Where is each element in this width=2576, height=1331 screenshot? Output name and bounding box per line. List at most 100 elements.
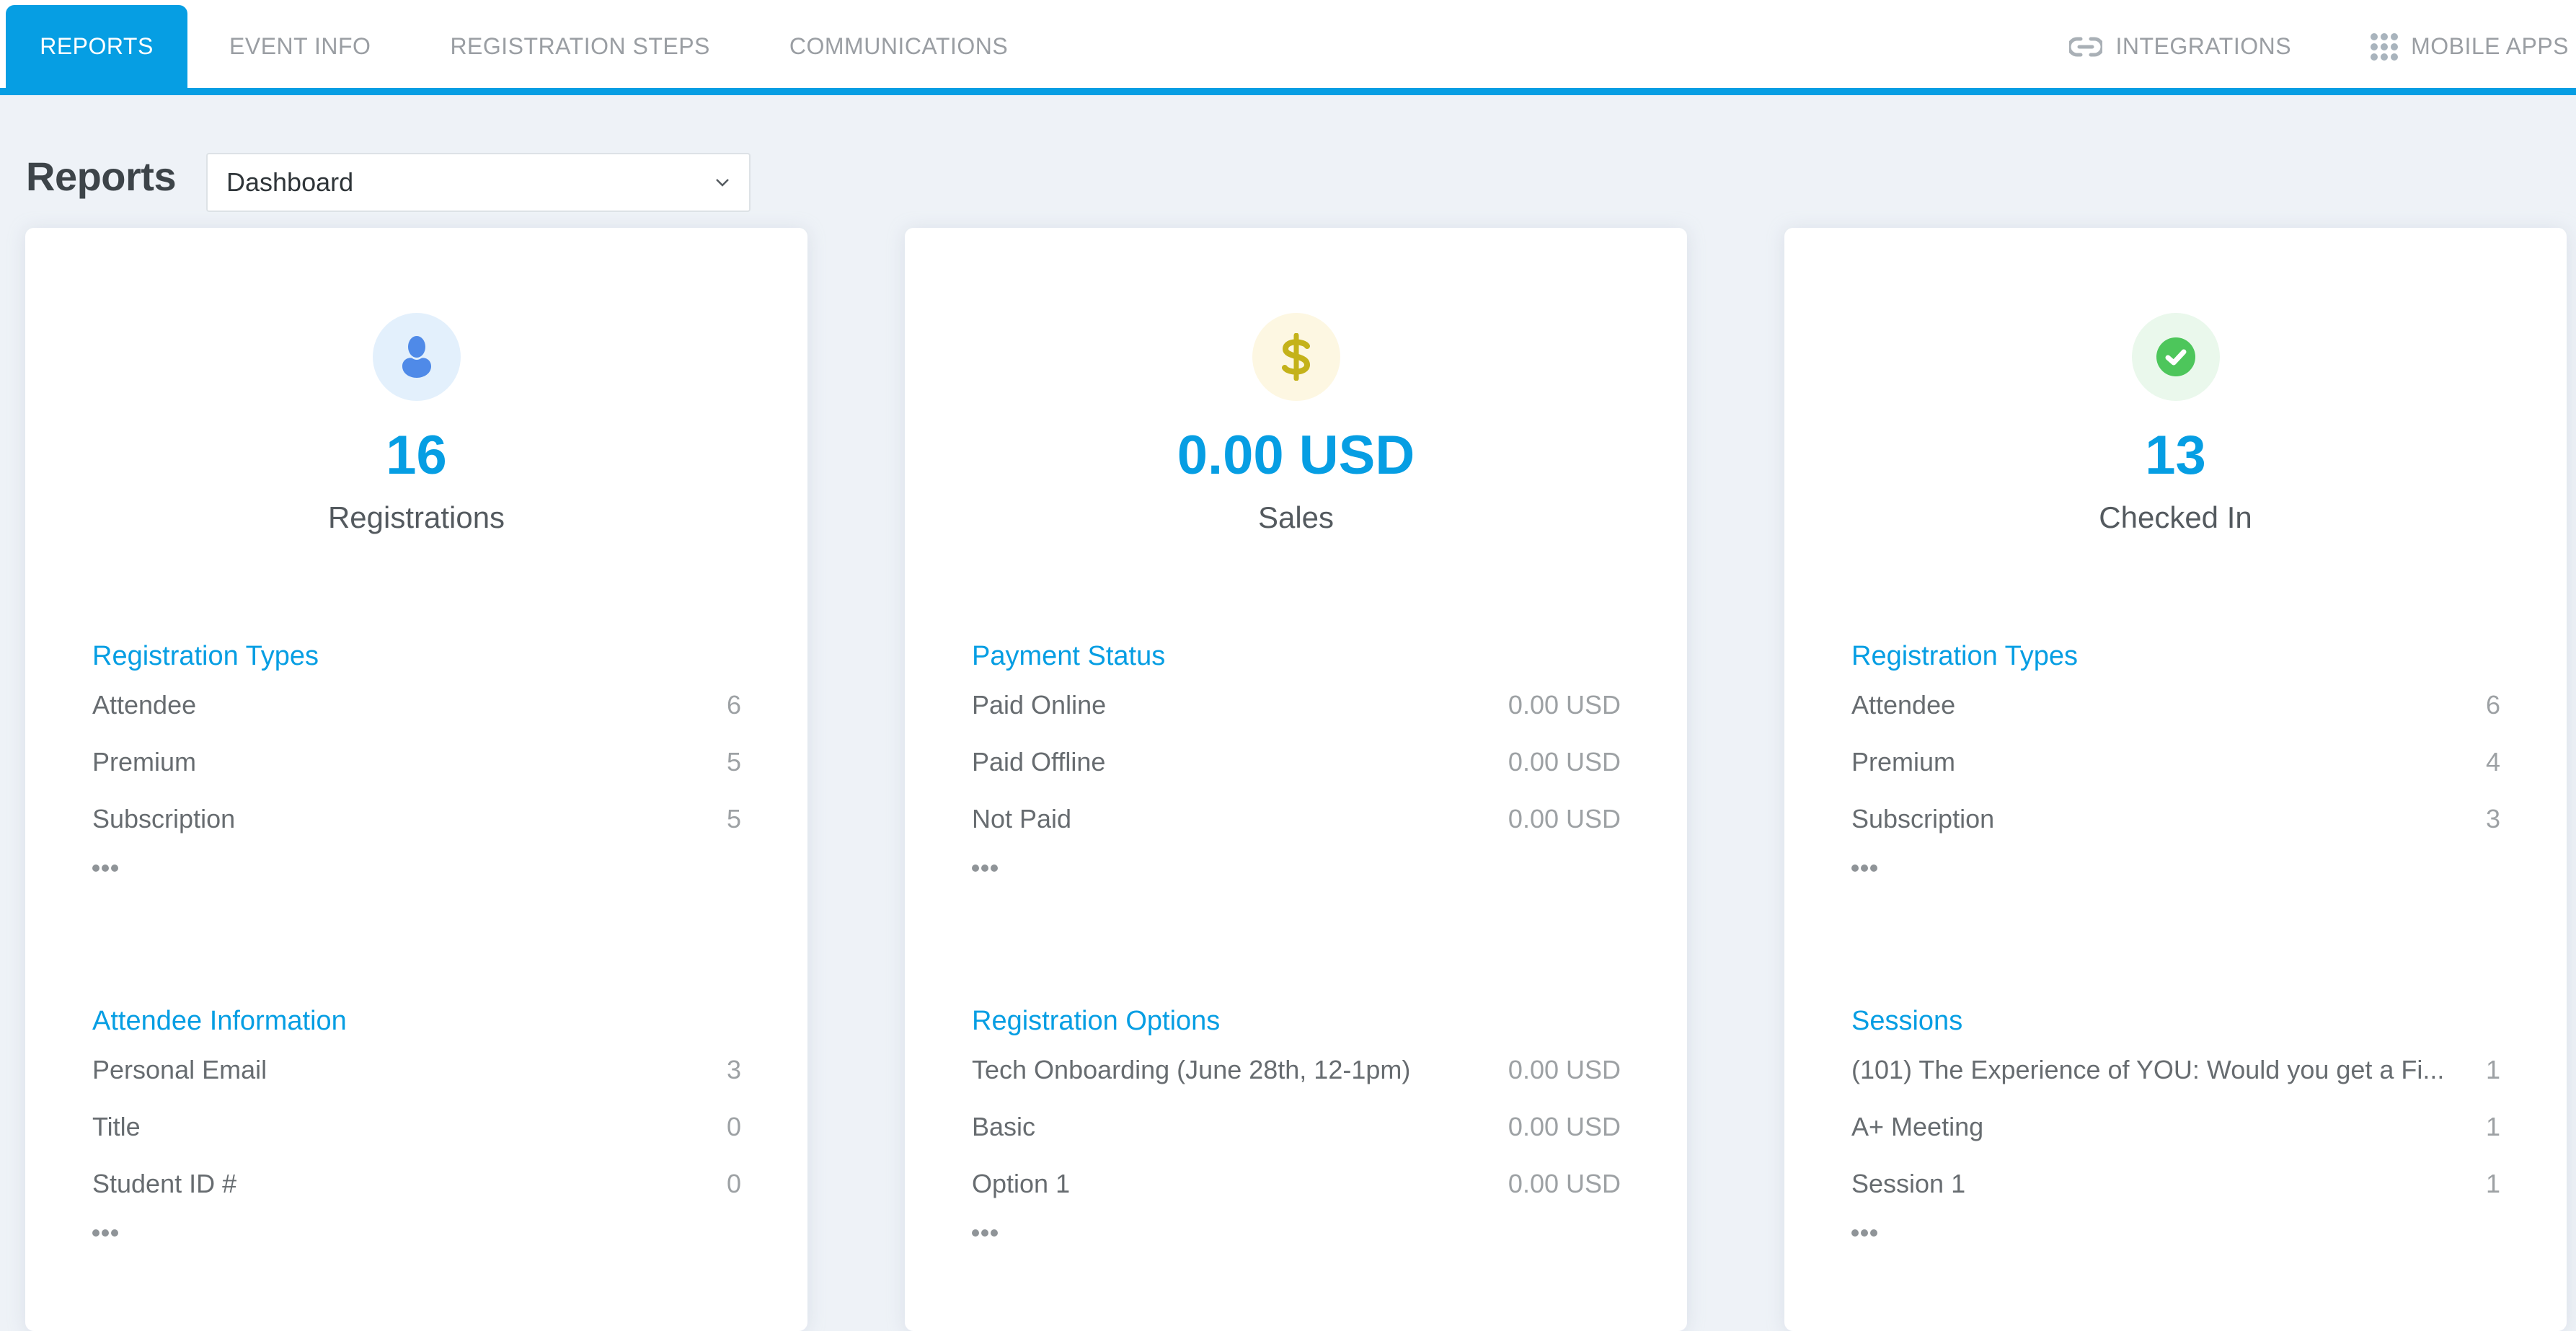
item-label: Premium [1851,746,1956,777]
registration-options-section: Registration Options Tech Onboarding (Ju… [972,1001,1621,1237]
list-item[interactable]: A+ Meeting 1 [1851,1098,2500,1155]
more-icon[interactable] [972,1229,1001,1237]
sales-label: Sales [1257,500,1335,534]
registrations-count: 16 [386,425,447,486]
payment-status-section: Payment Status Paid Online 0.00 USD Paid… [972,636,1621,872]
tab-event-info[interactable]: EVENT INFO [187,5,410,88]
item-label: Tech Onboarding (June 28th, 12-1pm) [972,1054,1411,1084]
item-value: 0.00 USD [1508,1111,1621,1141]
item-label: Basic [972,1111,1036,1141]
mobile-apps-label: MOBILE APPS [2411,33,2569,59]
list-item[interactable]: Subscription 3 [1851,790,2500,847]
tab-reports[interactable]: REPORTS [6,5,187,88]
item-value: 0.00 USD [1508,803,1621,833]
more-icon[interactable] [1851,865,1880,872]
item-label: Premium [92,746,197,777]
user-icon [402,336,431,378]
item-value: 1 [2485,1054,2500,1084]
tab-communications[interactable]: COMMUNICATIONS [750,5,1048,88]
section-title[interactable]: Attendee Information [92,1001,741,1041]
list-item[interactable]: Basic 0.00 USD [972,1098,1621,1155]
report-type-select[interactable]: Dashboard [206,153,751,212]
item-value: 3 [726,1054,741,1084]
item-value: 3 [2485,803,2500,833]
list-item[interactable]: (101) The Experience of YOU: Would you g… [1851,1041,2500,1098]
checked-in-card: 13 Checked In Registration Types Attende… [1784,228,2567,1331]
more-icon[interactable] [1851,1229,1880,1237]
item-label: (101) The Experience of YOU: Would you g… [1851,1054,2445,1084]
item-value: 4 [2485,746,2500,777]
section-title[interactable]: Sessions [1851,1001,2500,1041]
item-label: Subscription [1851,803,1995,833]
user-icon-badge [372,313,461,401]
section-title[interactable]: Registration Types [1851,636,2500,676]
more-icon[interactable] [972,865,1001,872]
sales-card: 0.00 USD Sales Payment Status Paid Onlin… [905,228,1687,1331]
registrations-label: Registrations [327,500,505,534]
sales-total: 0.00 USD [1177,425,1415,486]
more-icon[interactable] [92,1229,121,1237]
item-value: 6 [726,689,741,720]
list-item[interactable]: Subscription 5 [92,790,741,847]
list-item[interactable]: Option 1 0.00 USD [972,1155,1621,1212]
list-item[interactable]: Not Paid 0.00 USD [972,790,1621,847]
link-icon [2069,37,2103,56]
item-label: Attendee [1851,689,1956,720]
item-label: Option 1 [972,1168,1071,1198]
integrations-label: INTEGRATIONS [2115,33,2292,59]
list-item[interactable]: Tech Onboarding (June 28th, 12-1pm) 0.00… [972,1041,1621,1098]
grid-icon [2371,32,2399,61]
section-title[interactable]: Payment Status [972,636,1621,676]
item-value: 0.00 USD [1508,689,1621,720]
checked-in-count: 13 [2145,425,2206,486]
list-item[interactable]: Session 1 1 [1851,1155,2500,1212]
item-value: 5 [726,746,741,777]
check-circle-icon [2156,337,2195,376]
page-title: Reports [26,154,177,199]
section-title[interactable]: Registration Options [972,1001,1621,1041]
list-item[interactable]: Attendee 6 [92,676,741,733]
item-label: Personal Email [92,1054,267,1084]
item-value: 0.00 USD [1508,1168,1621,1198]
section-title[interactable]: Registration Types [92,636,741,676]
item-value: 0 [726,1111,741,1141]
item-label: A+ Meeting [1851,1111,1984,1141]
item-label: Student ID # [92,1168,237,1198]
item-label: Paid Online [972,689,1107,720]
item-label: Attendee [92,689,197,720]
attendee-information-section: Attendee Information Personal Email 3 Ti… [92,1001,741,1237]
item-value: 0.00 USD [1508,1054,1621,1084]
chevron-down-icon [716,179,729,187]
mobile-apps-link[interactable]: MOBILE APPS [2371,32,2569,61]
item-value: 6 [2485,689,2500,720]
item-value: 0 [726,1168,741,1198]
checked-in-label: Checked In [2099,500,2252,534]
main-tabs: REPORTS EVENT INFO REGISTRATION STEPS CO… [6,5,1048,88]
registrations-card: 16 Registrations Registration Types Atte… [25,228,807,1331]
list-item[interactable]: Student ID # 0 [92,1155,741,1212]
dollar-icon [1281,333,1310,381]
item-label: Not Paid [972,803,1072,833]
list-item[interactable]: Attendee 6 [1851,676,2500,733]
item-value: 5 [726,803,741,833]
item-label: Paid Offline [972,746,1106,777]
nav-right-links: INTEGRATIONS MOBILE APPS [2069,5,2576,88]
report-select-value: Dashboard [226,167,354,197]
item-label: Title [92,1111,141,1141]
checked-in-registration-types-section: Registration Types Attendee 6 Premium 4 … [1851,636,2500,872]
integrations-link[interactable]: INTEGRATIONS [2069,33,2291,60]
list-item[interactable]: Paid Offline 0.00 USD [972,733,1621,790]
tab-registration-steps[interactable]: REGISTRATION STEPS [410,5,749,88]
list-item[interactable]: Premium 5 [92,733,741,790]
item-label: Session 1 [1851,1168,1966,1198]
list-item[interactable]: Paid Online 0.00 USD [972,676,1621,733]
more-icon[interactable] [92,865,121,872]
list-item[interactable]: Personal Email 3 [92,1041,741,1098]
list-item[interactable]: Premium 4 [1851,733,2500,790]
item-label: Subscription [92,803,236,833]
item-value: 1 [2485,1168,2500,1198]
list-item[interactable]: Title 0 [92,1098,741,1155]
top-navigation: REPORTS EVENT INFO REGISTRATION STEPS CO… [0,0,2576,95]
registration-types-section: Registration Types Attendee 6 Premium 5 … [92,636,741,872]
item-value: 1 [2485,1111,2500,1141]
